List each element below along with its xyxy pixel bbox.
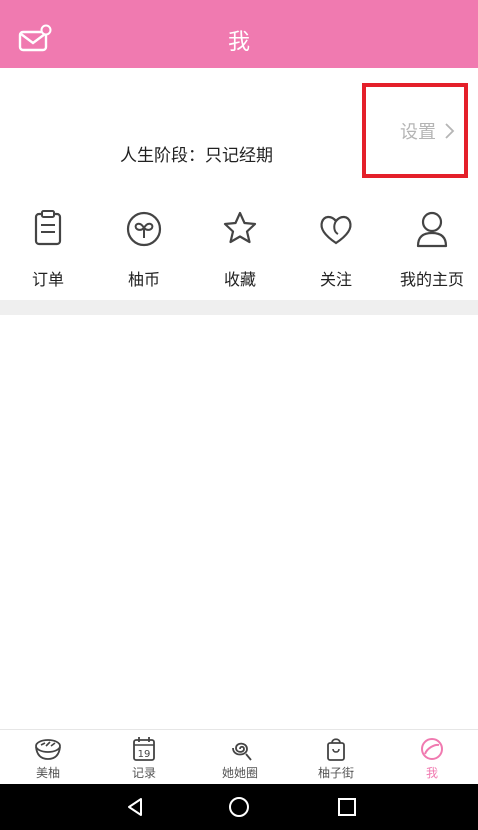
content-area — [0, 315, 478, 729]
swirl-icon — [232, 742, 252, 761]
order-icon — [34, 210, 62, 246]
tab-label: 我 — [425, 766, 438, 780]
quick-action-orders[interactable]: 订单 — [0, 200, 96, 300]
tab-records[interactable]: 19 记录 — [96, 730, 192, 785]
page-title: 我 — [227, 30, 250, 55]
quick-actions: 订单 柚币 收藏 关注 我的主页 — [0, 200, 478, 300]
bowl-icon — [35, 739, 61, 760]
shopping-bag-icon — [327, 738, 345, 761]
quick-action-following[interactable]: 关注 — [288, 200, 384, 300]
profile-icon — [421, 738, 443, 760]
calendar-day: 19 — [138, 749, 151, 760]
system-nav-bar — [0, 784, 478, 830]
quick-action-label: 关注 — [319, 270, 352, 289]
quick-action-label: 订单 — [31, 270, 64, 289]
settings-highlight-box — [362, 83, 468, 178]
tab-label: 柚子街 — [317, 766, 354, 780]
user-icon — [416, 211, 448, 248]
tab-label: 记录 — [131, 766, 156, 780]
app-header: 我 — [0, 0, 478, 68]
tab-me[interactable]: 我 — [384, 730, 478, 785]
tab-label: 美柚 — [35, 766, 60, 780]
home-icon[interactable] — [228, 796, 250, 818]
quick-action-label: 收藏 — [223, 270, 256, 289]
quick-action-label: 柚币 — [127, 270, 160, 289]
heart-icon — [320, 215, 352, 245]
coin-icon — [126, 211, 162, 247]
star-icon — [223, 211, 257, 244]
back-icon[interactable] — [124, 796, 146, 818]
section-divider — [0, 300, 478, 315]
tab-meiyou[interactable]: 美柚 — [0, 730, 96, 785]
tab-shop[interactable]: 柚子街 — [288, 730, 384, 785]
life-stage-label: 人生阶段：只记经期 — [120, 146, 273, 166]
tab-label: 她她圈 — [221, 766, 258, 780]
quick-action-homepage[interactable]: 我的主页 — [384, 200, 478, 300]
bottom-tab-bar: 美柚 19 记录 她她圈 柚子街 我 — [0, 729, 478, 785]
quick-action-favorites[interactable]: 收藏 — [192, 200, 288, 300]
quick-action-coins[interactable]: 柚币 — [96, 200, 192, 300]
calendar-icon: 19 — [133, 737, 155, 761]
quick-action-label: 我的主页 — [399, 270, 464, 289]
tab-circle[interactable]: 她她圈 — [192, 730, 288, 785]
recent-apps-icon[interactable] — [336, 796, 358, 818]
